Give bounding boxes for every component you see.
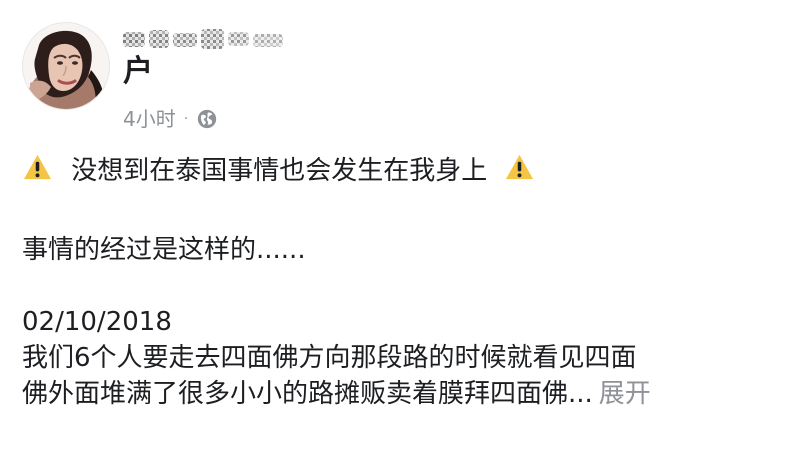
headline-text: 没想到在泰国事情也会发生在我身上 <box>71 156 488 186</box>
avatar-image <box>23 23 109 109</box>
headline-line: 没想到在泰国事情也会发生在我身上 <box>22 152 762 189</box>
body-line-with-see-more: 佛外面堆满了很多小小的路摊贩卖着膜拜四面佛... 展开 <box>22 376 762 412</box>
date-line: 02/10/2018 <box>22 307 172 337</box>
body-line-text: 佛外面堆满了很多小小的路摊贩卖着膜拜四面佛... <box>22 379 593 409</box>
meta-separator: · <box>183 111 189 127</box>
author-name[interactable]: 户 <box>123 28 483 98</box>
body-line: 我们6个人要走去四面佛方向那段路的时候就看见四面 <box>22 343 637 373</box>
warning-icon <box>505 154 533 180</box>
avatar[interactable] <box>22 22 110 110</box>
author-name-visible-part[interactable]: 户 <box>123 54 153 90</box>
warning-icon <box>23 154 52 180</box>
post-meta: 4小时 · <box>123 106 218 132</box>
post-header: 户 4小时 · <box>22 22 762 132</box>
blurred-name <box>123 29 283 49</box>
facebook-post: 户 4小时 · 没想到在泰国事情也会发生在我身上 事情的经过是这样的......… <box>0 0 789 449</box>
globe-icon[interactable] <box>196 108 218 130</box>
post-content: 没想到在泰国事情也会发生在我身上 事情的经过是这样的...... 02/10/2… <box>22 152 762 412</box>
story-intro-line: 事情的经过是这样的...... <box>22 235 306 265</box>
timestamp[interactable]: 4小时 <box>123 107 176 131</box>
see-more-link[interactable]: 展开 <box>599 379 651 409</box>
